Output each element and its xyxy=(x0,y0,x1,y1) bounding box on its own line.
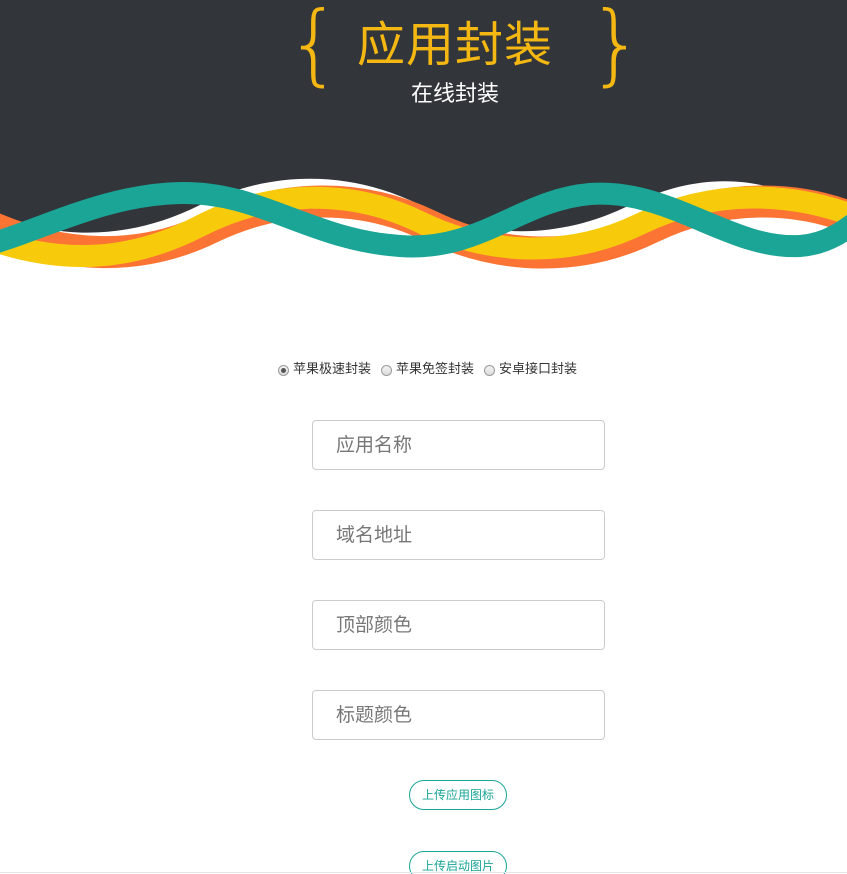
header-banner: { 应用封装 } 在线封装 xyxy=(0,0,847,270)
radio-option-ios-fast[interactable]: 苹果极速封装 xyxy=(277,361,371,379)
radio-option-ios-nosign[interactable]: 苹果免签封装 xyxy=(380,361,474,379)
radio-button-ios-nosign[interactable] xyxy=(380,364,392,376)
right-brace-decoration: } xyxy=(588,0,644,95)
radio-label-android-api: 安卓接口封装 xyxy=(499,362,578,377)
page-subtitle: 在线封装 xyxy=(410,82,499,107)
page-bottom-divider xyxy=(0,872,847,873)
pack-type-radio-group: 苹果极速封装 苹果免签封装 安卓接口封装 xyxy=(0,359,847,381)
top-color-field xyxy=(312,600,605,650)
app-name-field xyxy=(312,420,605,470)
radio-option-android-api[interactable]: 安卓接口封装 xyxy=(484,361,577,379)
radio-label-ios-fast: 苹果极速封装 xyxy=(292,362,371,377)
title-color-field xyxy=(312,690,605,740)
upload-app-icon-button[interactable]: 上传应用图标 xyxy=(409,780,507,810)
domain-input[interactable] xyxy=(313,511,604,559)
app-name-input[interactable] xyxy=(313,421,604,469)
domain-field xyxy=(312,510,605,560)
radio-button-ios-fast[interactable] xyxy=(277,364,289,376)
top-color-input[interactable] xyxy=(313,601,604,649)
upload-splash-image-button[interactable]: 上传启动图片 xyxy=(409,851,507,874)
title-color-input[interactable] xyxy=(313,691,604,739)
radio-button-android-api[interactable] xyxy=(484,364,495,376)
page-title: 应用封装 xyxy=(356,17,553,73)
radio-label-ios-nosign: 苹果免签封装 xyxy=(395,362,474,377)
app-packager-page: { 应用封装 } 在线封装 苹果极速封装 苹果免签封装 安卓接口封装 上传应用图… xyxy=(0,0,847,874)
